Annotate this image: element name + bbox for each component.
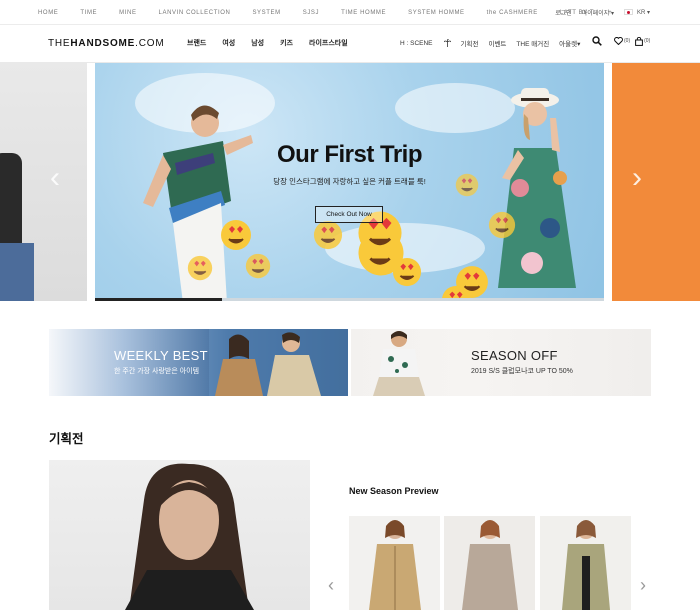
trench-coat-image <box>369 520 421 610</box>
nav-lifestyle[interactable]: 라이프스타일 <box>309 38 348 48</box>
brand-link-lanvin[interactable]: LANVIN COLLECTION <box>159 10 231 16</box>
preview-product-1[interactable] <box>349 516 440 610</box>
season-off-subtitle: 2019 S/S 클럽모나코 UP TO 50% <box>471 368 573 375</box>
hero-title: Our First Trip <box>276 141 423 168</box>
heart-icon <box>614 37 623 45</box>
brand-link-system[interactable]: SYSTEM <box>252 10 280 16</box>
nav-brand[interactable]: 브랜드 <box>187 38 206 48</box>
language-select[interactable]: KR ▾ <box>623 9 650 16</box>
carousel-progress-fill <box>95 298 223 301</box>
season-off-model-image <box>373 331 425 396</box>
korea-flag-icon <box>623 9 633 16</box>
brand-link-cashmere[interactable]: the CASHMERE <box>487 10 538 16</box>
preview-product-3[interactable] <box>540 516 631 610</box>
next-slide-peek[interactable] <box>612 63 700 301</box>
nav-magazine[interactable]: THE 매거진 <box>516 38 549 48</box>
hero-subtitle: 당장 인스타그램에 자랑하고 싶은 커플 트래블 룩! <box>273 177 426 186</box>
logo-part-com: .COM <box>135 38 165 49</box>
shopping-bag-icon <box>635 36 644 46</box>
carousel-prev-arrow[interactable]: ‹ <box>50 161 60 195</box>
preview-product-2[interactable] <box>444 516 535 610</box>
brand-link-mine[interactable]: MINE <box>119 10 136 16</box>
utility-links: 로그인 마이페이지 ▾ KR ▾ <box>545 0 650 25</box>
weekly-best-models-image <box>209 329 348 396</box>
season-off-banner[interactable]: SEASON OFF 2019 S/S 클럽모나코 UP TO 50% <box>351 329 651 396</box>
wishlist-button[interactable]: (0) <box>614 37 630 45</box>
search-button[interactable] <box>592 36 602 46</box>
nav-men[interactable]: 남성 <box>251 38 264 48</box>
shopping-bag-button[interactable]: (0) <box>635 36 651 46</box>
main-header: THEHANDSOME.COM 브랜드 여성 남성 키즈 라이프스타일 H : … <box>0 25 700 63</box>
heart-eyes-emoji-icon <box>313 220 343 250</box>
exhibition-section-title: 기획전 <box>49 432 84 446</box>
wishlist-count: (0) <box>624 38 631 44</box>
brand-link-system-homme[interactable]: SYSTEM HOMME <box>408 10 465 16</box>
brand-link-time[interactable]: TIME <box>80 10 97 16</box>
weekly-best-subtitle: 한 주간 가장 사랑받은 아이템 <box>114 368 200 375</box>
feature-model-image <box>125 463 254 610</box>
preview-next-arrow[interactable]: › <box>640 575 646 596</box>
nav-kids[interactable]: 키즈 <box>280 38 293 48</box>
brand-link-home[interactable]: HOME <box>38 10 58 16</box>
heart-eyes-emoji-icon <box>392 257 422 287</box>
heart-eyes-emoji-icon <box>187 255 213 281</box>
weekly-best-banner[interactable]: WEEKLY BEST 한 주간 가장 사랑받은 아이템 <box>49 329 348 396</box>
search-icon <box>592 36 602 46</box>
header-icons: (0) (0) <box>592 36 655 46</box>
sub-nav: H : SCENE 기획전 이벤트 THE 매거진 아울렛▾ <box>400 38 590 48</box>
check-out-now-button[interactable]: Check Out Now <box>315 206 383 223</box>
logo-part-handsome: HANDSOME <box>70 38 136 49</box>
hero-slide[interactable]: Our First Trip 당장 인스타그램에 자랑하고 싶은 커플 트래블 … <box>95 63 604 301</box>
language-label: KR ▾ <box>636 10 650 16</box>
season-off-title: SEASON OFF <box>471 348 558 363</box>
nav-women[interactable]: 여성 <box>222 38 235 48</box>
nav-outlet[interactable]: 아울렛▾ <box>559 38 580 48</box>
brand-link-sjsj[interactable]: SJSJ <box>303 10 319 16</box>
heart-eyes-emoji-icon <box>488 211 516 239</box>
hero-carousel: ‹ Our First Trip 당장 인스타그램에 자랑하고 싶은 커플 트래… <box>0 63 700 301</box>
nav-hscene-label: H : SCENE <box>400 39 433 47</box>
brand-link-time-homme[interactable]: TIME HOMME <box>341 10 386 16</box>
previous-slide-peek[interactable] <box>0 63 87 301</box>
khaki-coat-image <box>562 520 610 610</box>
carousel-next-arrow[interactable]: › <box>632 161 642 195</box>
site-logo[interactable]: THEHANDSOME.COM <box>48 38 164 49</box>
heart-eyes-emoji-icon <box>221 220 251 250</box>
heart-eyes-emoji-icon <box>245 253 271 279</box>
logo-part-the: THE <box>48 38 71 49</box>
mypage-link[interactable]: 마이페이지 ▾ <box>582 8 614 17</box>
top-utility-bar: HOME TIME MINE LANVIN COLLECTION SYSTEM … <box>0 0 700 25</box>
new-season-preview-title: New Season Preview <box>349 486 439 496</box>
beige-jacket-image <box>462 520 518 610</box>
global-nav: 브랜드 여성 남성 키즈 라이프스타일 <box>187 38 364 48</box>
login-link[interactable]: 로그인 <box>555 8 572 17</box>
nav-event[interactable]: 이벤트 <box>488 38 506 48</box>
palm-tree-icon <box>443 38 451 47</box>
preview-prev-arrow[interactable]: ‹ <box>328 575 334 596</box>
exhibition-feature-image[interactable] <box>49 460 310 610</box>
bag-count: (0) <box>644 38 651 44</box>
nav-hscene[interactable]: H : SCENE <box>400 38 451 47</box>
weekly-best-title: WEEKLY BEST <box>114 348 208 363</box>
female-model-image <box>498 88 576 288</box>
model-jeans <box>0 243 34 301</box>
carousel-progress-bar <box>95 298 604 301</box>
nav-exhibition[interactable]: 기획전 <box>461 38 479 48</box>
